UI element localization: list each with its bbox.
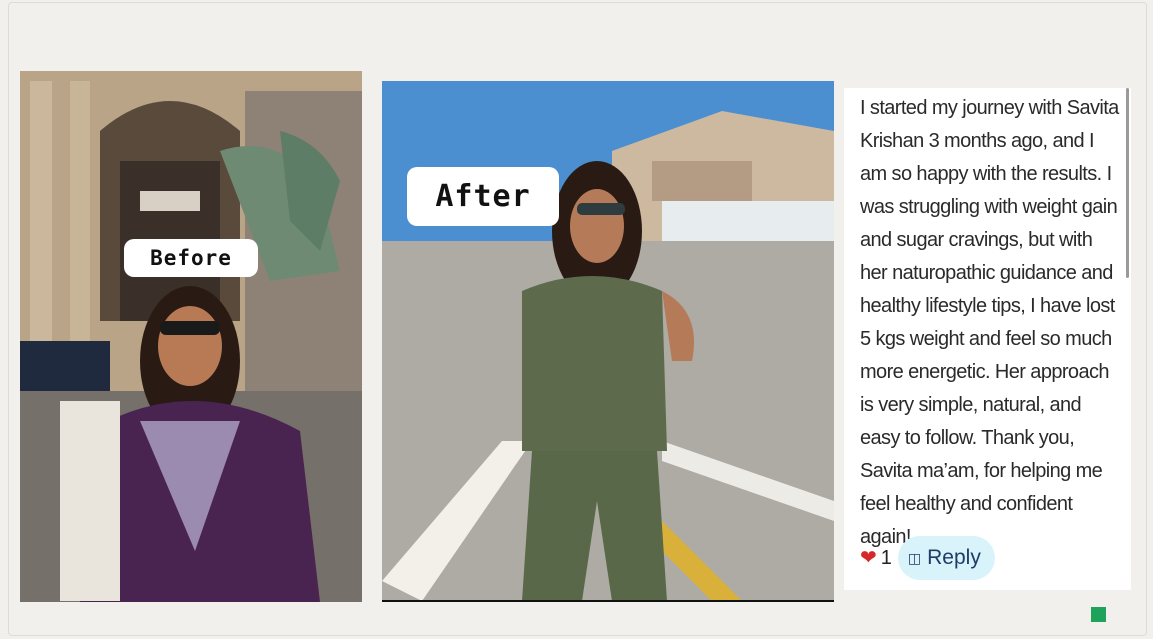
reply-button[interactable]: ◫ Reply (897, 536, 995, 580)
scrollbar[interactable] (1126, 88, 1129, 278)
before-photo-illustration (20, 71, 362, 602)
like-count: 1 (880, 546, 892, 569)
heart-icon[interactable]: ❤ (860, 548, 877, 568)
before-label: Before (124, 239, 258, 277)
divider (382, 600, 834, 602)
after-photo-illustration (382, 81, 834, 601)
after-label: After (407, 167, 559, 226)
before-photo (20, 71, 362, 602)
reply-icon: ◫ (907, 549, 922, 566)
comment-text: I started my journey with Savita Krishan… (860, 97, 1119, 548)
after-photo (382, 81, 834, 601)
status-indicator (1091, 607, 1106, 622)
comment-actions: ❤ 1 ◫ Reply (860, 536, 995, 580)
reply-label: Reply (927, 546, 981, 569)
